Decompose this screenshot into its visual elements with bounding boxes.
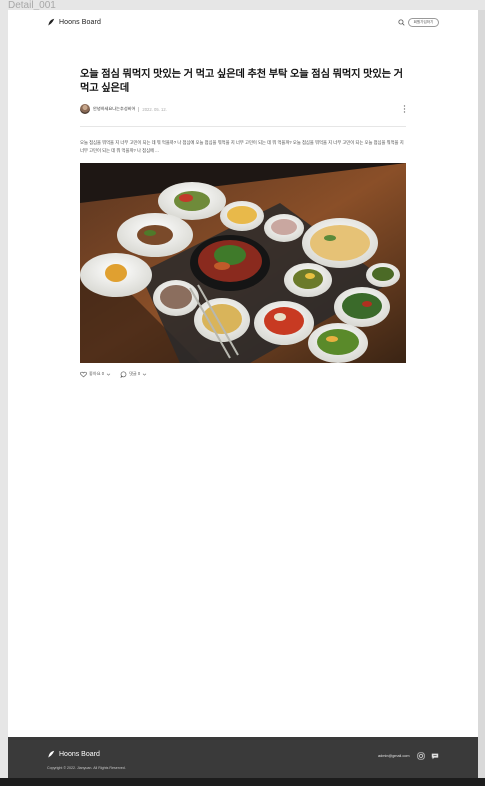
footer-logo[interactable]: Hoons Board	[47, 750, 100, 758]
more-options-icon[interactable]	[403, 105, 406, 113]
content-divider	[80, 126, 406, 127]
post-date: 2022. 05. 12.	[142, 106, 167, 112]
logo-text: Hoons Board	[59, 18, 101, 26]
search-icon[interactable]	[398, 19, 405, 26]
comment-button[interactable]: 댓글 0	[120, 371, 147, 378]
chat-icon[interactable]	[431, 752, 439, 760]
food-photo-illustration	[80, 163, 406, 363]
like-button[interactable]: 좋아요 0	[80, 371, 111, 378]
heart-icon	[80, 371, 87, 377]
chevron-down-icon	[143, 373, 147, 376]
signup-button[interactable]: 회원가입하기	[408, 18, 439, 27]
bottom-bar	[0, 778, 485, 786]
quill-icon	[48, 750, 55, 758]
quill-icon	[48, 18, 55, 26]
article-meta: 안녕하세요나는추성비어 2022. 05. 12.	[80, 103, 406, 115]
avatar[interactable]	[80, 104, 90, 114]
chevron-down-icon	[106, 373, 111, 376]
like-count: 좋아요 0	[89, 371, 105, 376]
instagram-icon[interactable]	[417, 752, 425, 760]
copyright-text: Copyright © 2022. Jianyuan. All Rights R…	[47, 766, 126, 770]
top-header: Hoons Board 회원가입하기	[8, 10, 478, 36]
scrollbar-track	[478, 10, 485, 786]
reactions-bar: 좋아요 0 댓글 0	[80, 369, 153, 379]
comment-icon	[120, 371, 127, 378]
footer-logo-text: Hoons Board	[59, 750, 100, 758]
article-title: 오늘 점심 뭐먹지 맛있는 거 먹고 싶은데 추천 부탁 오늘 점심 뭐먹지 맛…	[80, 69, 403, 94]
meta-divider	[138, 106, 140, 112]
article-body: 오늘 점심을 뭐먹을 지 너무 고민이 되는 데 뭐 먹을까? 나 점심에 오늘…	[80, 140, 404, 153]
article-image	[80, 163, 406, 363]
author-name[interactable]: 안녕하세요나는추성비어	[93, 106, 135, 112]
site-logo[interactable]: Hoons Board	[47, 18, 101, 26]
page-canvas: Hoons Board 회원가입하기 오늘 점심 뭐먹지 맛있는 거 먹고 싶은…	[8, 10, 478, 786]
comment-count: 댓글 0	[129, 371, 141, 376]
contact-email[interactable]: admin@gmail.com	[378, 754, 410, 758]
